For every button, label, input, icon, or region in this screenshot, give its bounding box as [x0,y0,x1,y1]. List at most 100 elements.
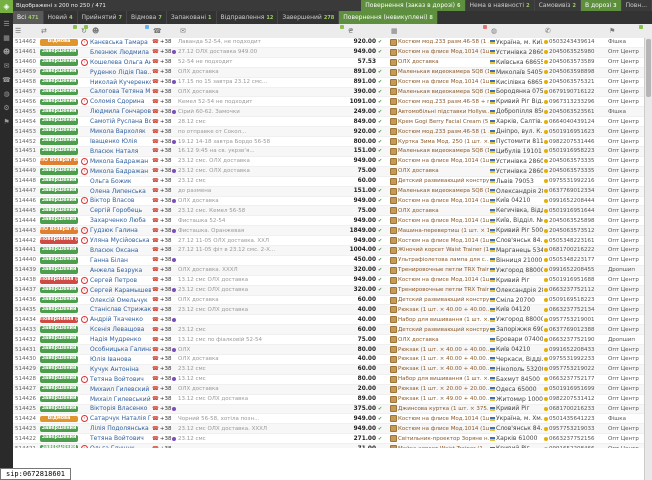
phone-cell[interactable]: ☎+38 [151,296,178,305]
dashboard-icon[interactable]: ▦ [3,34,10,42]
phone-cell[interactable]: ☎+38 [151,315,178,324]
phone-cell[interactable]: ☎+38 [151,414,178,423]
table-row[interactable]: 514432ЗавершенийНадія Мудренко☎+3813.12 … [13,335,645,345]
tab-всі[interactable]: Всі471 [13,11,44,24]
table-row[interactable]: 514456ЗавершенийiСоломія Сдорина☎+38Кеме… [13,97,645,107]
table-row[interactable]: 514448ЗавершенийОльга Божик☎+3823.12 смс… [13,177,645,187]
phone-cell[interactable]: ☎+38 [151,97,178,106]
table-row[interactable]: 514443ПО Возврат окiГудзюк Галина☎+38Фис… [13,226,645,236]
phone-cell[interactable]: ☎+38 [151,167,178,176]
table-row[interactable]: 514428ЗавершенийiТетяна Войтович☎+3813.1… [13,375,645,385]
phone-cell[interactable]: ☎+38 [151,88,178,97]
phone-cell[interactable]: ☎+38 [151,444,178,448]
column-header-products[interactable]: ▦ [389,24,489,38]
table-row[interactable]: 514446ЗавершенийiВіктор Власов☎+38ОЛХ до… [13,197,645,207]
phone-cell[interactable]: ☎+38 [151,355,178,364]
phone-cell[interactable]: ☎+38 [151,58,178,67]
column-header-comments[interactable]: ✉ [178,24,346,38]
scrollbar-thumb[interactable] [646,39,651,97]
phone-cell[interactable]: ☎+38 [151,216,178,225]
phone-cell[interactable]: ☎+38 [151,325,178,334]
table-row[interactable]: 514439ЗавершенийАнжела Безрука☎+38ОЛХ до… [13,266,645,276]
tab-відправлення[interactable]: Відправлення12 [217,11,279,24]
table-row[interactable]: 514438Повернення (з...iСергей Петров☎+38… [13,276,645,286]
phone-cell[interactable]: ☎+38 [151,276,178,285]
table-row[interactable]: 514437ЗавершенийiСергей Карамышев☎+3823.… [13,286,645,296]
phone-cell[interactable]: ☎+38 [151,375,178,384]
column-header-menu[interactable]: ☰ [13,24,39,38]
table-row[interactable]: 514440ЗавершенийГанна Білан☎+38450.00✔Ул… [13,256,645,266]
phone-cell[interactable]: ☎+38 [151,78,178,87]
phone-cell[interactable]: ☎+38 [151,256,178,265]
table-row[interactable]: 514442Повернення (з...iУляна Мусійовська… [13,236,645,246]
table-row[interactable]: 514449ЗавершенийiМикола Бадражан☎+3823.1… [13,167,645,177]
phone-cell[interactable]: ☎+38 [151,48,178,57]
phone-cell[interactable]: ☎+38 [151,365,178,374]
calls-icon[interactable]: ☎ [2,76,11,84]
app-logo-icon[interactable]: ◈ [0,0,13,13]
phone-cell[interactable]: ☎+38 [151,38,178,47]
phone-cell[interactable]: ☎+38 [151,305,178,314]
settings-icon[interactable]: ⚙ [3,104,9,112]
tab-нема-в-наявності[interactable]: Нема в наявності2 [466,0,535,11]
phone-cell[interactable]: ☎+38 [151,226,178,235]
tab-новий[interactable]: Новий4 [44,11,78,24]
phone-cell[interactable]: ☎+38 [151,147,178,156]
tab-прийнятий[interactable]: Прийнятий7 [78,11,127,24]
table-row[interactable]: 514434Повернення (з...iАндрій Ткаченко☎+… [13,315,645,325]
flags-icon[interactable]: ⚑ [3,118,9,126]
tab-запаковані[interactable]: Запаковані1 [167,11,217,24]
table-row[interactable]: 514431ЗавершенийОсобницька Галина В...☎+… [13,345,645,355]
column-header-phone[interactable]: ☎ [151,24,178,38]
table-row[interactable]: 514441ЗавершенийВласюк Оксана☎+3827.12 1… [13,246,645,256]
phone-cell[interactable]: ☎+38 [151,127,178,136]
table-row[interactable]: 514459ЗавершенийРуденко Лідія Пав...☎+38… [13,68,645,78]
table-row[interactable]: 514454ЗавершенийСамотій Руслана Во...☎+3… [13,117,645,127]
phone-cell[interactable]: ☎+38 [151,335,178,344]
phone-cell[interactable]: ☎+38 [151,117,178,126]
table-row[interactable]: 514426ЗавершенийМихаіл Гилевський☎+3813.… [13,395,645,405]
menu-icon[interactable]: ☰ [3,20,9,28]
table-row[interactable]: 514425ЗавершенийВікторія Власенко☎+38375… [13,405,645,415]
table-row[interactable]: 514423ЗавершенийЛілія Подолянська☎+3823.… [13,424,645,434]
table-row[interactable]: 514458ЗавершенийНиколай Кучеренко☎+3817.… [13,78,645,88]
clients-icon[interactable]: ☻ [3,48,10,56]
table-row[interactable]: 514451ЗавершенийВласюк Наталя☎+3816.12 9… [13,147,645,157]
table-row[interactable]: 514455ЗавершенийЛюдмила Гончарова☎+38Сір… [13,107,645,117]
phone-cell[interactable]: ☎+38 [151,246,178,255]
phone-cell[interactable]: ☎+38 [151,206,178,215]
table-row[interactable]: 514457ЗавершенийСалогова Тетяна М...☎+38… [13,88,645,98]
phone-cell[interactable]: ☎+38 [151,286,178,295]
table-row[interactable]: 514460ЗавершенийiКошелева Ольга Ан...☎+3… [13,58,645,68]
column-header-status[interactable]: ⇄ [39,24,79,38]
column-header-customers[interactable]: ☻ [90,24,151,38]
phone-cell[interactable]: ☎+38 [151,107,178,116]
phone-cell[interactable]: ☎+38 [151,157,178,166]
table-row[interactable]: 514424ВідмоваiСатарчук Наталія Гр...☎+38… [13,414,645,424]
phone-cell[interactable]: ☎+38 [151,385,178,394]
tab-самовивіз[interactable]: Самовивіз2 [535,0,581,11]
column-header-total[interactable]: ₴ [346,24,377,38]
phone-cell[interactable]: ☎+38 [151,236,178,245]
table-row[interactable]: 514453ЗавершенийМикола Вархоляк☎+38по от… [13,127,645,137]
table-row[interactable]: 514436ЗавершенийОлексій Омельчук☎+38ОЛХ … [13,296,645,306]
tab-повернення-заказ-в-дорозі-[interactable]: Повернення (заказ в дорозі)6 [361,0,465,11]
tab-повернення-невикуплені-[interactable]: Повернення (невикуплені)8 [339,11,438,24]
column-header-geo[interactable]: ◍ [489,24,543,38]
table-row[interactable]: 514435ЗавершенийСтаніслав Стрижак☎+3823.… [13,305,645,315]
phone-cell[interactable]: ☎+38 [151,395,178,404]
phone-cell[interactable]: ☎+38 [151,405,178,414]
phone-cell[interactable]: ☎+38 [151,68,178,77]
phone-cell[interactable]: ☎+38 [151,187,178,196]
table-row[interactable]: 514429ЗавершенийКучук Антоніна☎+3823.12 … [13,365,645,375]
table-row[interactable]: 514450ПО Возврат окiМикола Бадражан☎+382… [13,157,645,167]
column-header-source[interactable]: ⚑ [607,24,645,38]
phone-cell[interactable]: ☎+38 [151,177,178,186]
tab-відмова[interactable]: Відмова7 [127,11,167,24]
tab-повн-[interactable]: Повн... [622,0,652,11]
table-row[interactable]: 514452ЗавершенийІващенко Юлія☎+3819.12 1… [13,137,645,147]
phone-cell[interactable]: ☎+38 [151,345,178,354]
table-row[interactable]: 514444ЗавершенийЗахарченко Люба☎+38Фиста… [13,216,645,226]
table-row[interactable]: 514445ЗавершенийСергій Горобець☎+3823.12… [13,206,645,216]
column-header-refresh[interactable]: ↻ [79,24,90,38]
